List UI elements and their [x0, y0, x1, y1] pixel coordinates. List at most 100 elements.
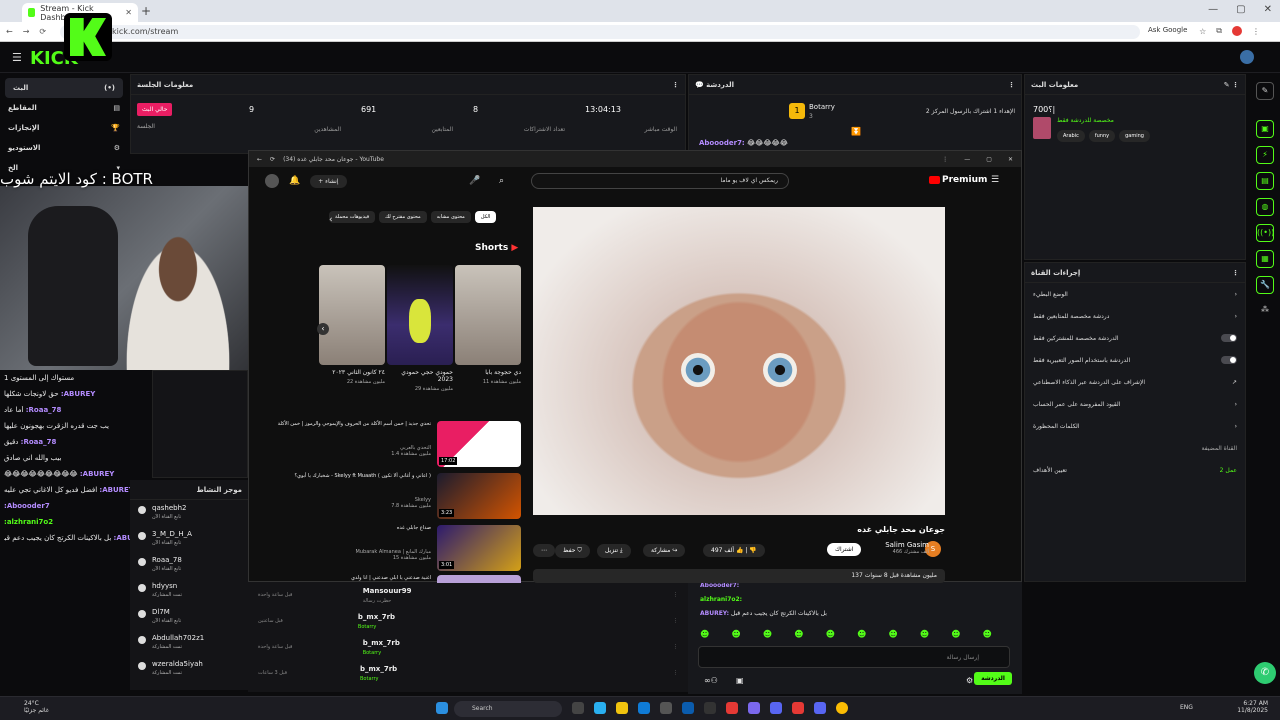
windows-start-icon[interactable]	[436, 702, 448, 714]
more-icon[interactable]: ⋮	[1232, 269, 1239, 277]
lightning-icon[interactable]: ⚡	[1256, 146, 1274, 164]
chat-bubble-icon[interactable]: ◍	[1256, 198, 1274, 216]
chat-input[interactable]: إرسال رسالة	[698, 646, 1010, 668]
minimize-icon[interactable]: —	[964, 156, 970, 163]
related-video[interactable]: 3:23 شخبارك يا أبوي؟ - Skelyy ft Muaath (…	[269, 473, 521, 519]
back-icon[interactable]: ←	[257, 156, 262, 163]
edge-icon[interactable]	[594, 702, 606, 714]
nav-item-clips[interactable]: المقاطع ▤	[0, 98, 128, 118]
share-button[interactable]: مشاركة ↪	[643, 544, 686, 557]
task-view-icon[interactable]	[572, 702, 584, 714]
extensions-icon[interactable]: ⧉	[1216, 26, 1222, 36]
support-chat-icon[interactable]: ✆	[1254, 662, 1276, 684]
more-icon[interactable]: ⋮	[672, 81, 679, 89]
document-icon[interactable]: ▤	[1256, 172, 1274, 190]
forward-icon[interactable]: →	[23, 27, 30, 36]
app-icon[interactable]	[704, 702, 716, 714]
app-icon[interactable]	[792, 702, 804, 714]
toggle-switch[interactable]	[1221, 356, 1237, 364]
nav-item-stream[interactable]: البث (•)	[5, 78, 123, 98]
action-ai-moderation[interactable]: الإشراف على الدردشة عبر الذكاء الاصطناعي…	[1025, 371, 1245, 393]
share-nodes-icon[interactable]: ⁂	[1256, 302, 1274, 320]
create-button[interactable]: + إنشاء	[310, 174, 347, 188]
outlook-icon[interactable]	[682, 702, 694, 714]
pencil-icon[interactable]: ✎	[1256, 82, 1274, 100]
chevron-down-icon[interactable]: ⏬	[851, 127, 861, 136]
search-icon[interactable]: ⌕	[499, 176, 504, 186]
back-icon[interactable]: ←	[6, 27, 13, 36]
broadcast-icon[interactable]: ((•))	[1256, 224, 1274, 242]
related-video[interactable]: 3:01 صداع جابلي غده Mubarak Almanea | مبار…	[269, 525, 521, 571]
clock[interactable]: 6:27 AM 11/8/2025	[1237, 700, 1268, 714]
youtube-app-icon[interactable]	[726, 702, 738, 714]
close-window-icon[interactable]: ✕	[1008, 156, 1013, 163]
chip-recommended[interactable]: محتوى مقترح لك	[379, 211, 427, 223]
action-emotes-only[interactable]: الدردشة باستخدام الصور التعبيرية فقط	[1025, 349, 1245, 371]
chevron-left-icon[interactable]: ‹	[329, 215, 333, 225]
app-icon[interactable]	[748, 702, 760, 714]
short-thumbnail[interactable]	[319, 265, 385, 365]
short-thumbnail[interactable]	[387, 265, 453, 365]
youtube-search-input[interactable]: ريمكس اي لاف يو ماما	[531, 173, 789, 189]
menu-icon[interactable]: ⋮	[1252, 27, 1260, 36]
action-banned-words[interactable]: الكلمات المحظورة ›	[1025, 415, 1245, 437]
hamburger-icon[interactable]: ☰	[991, 175, 999, 185]
star-icon[interactable]: ☆	[1199, 27, 1206, 36]
like-button[interactable]: 497 ألف 👍 | 👎	[703, 544, 765, 557]
discord-icon[interactable]	[814, 702, 826, 714]
download-button[interactable]: تنزيل ⤓	[597, 544, 631, 558]
wrench-icon[interactable]: 🔧	[1256, 276, 1274, 294]
video-player[interactable]	[533, 207, 945, 515]
reload-icon[interactable]: ⟳	[270, 156, 275, 163]
chip-similar[interactable]: محتوى مشابه	[430, 211, 471, 223]
discord-icon[interactable]	[770, 702, 782, 714]
new-tab-button[interactable]: +	[141, 4, 151, 18]
nav-item-achievements[interactable]: الإنجازات 🏆	[0, 118, 128, 138]
reload-icon[interactable]: ⟳	[39, 27, 46, 36]
notifications-icon[interactable]: 🔔	[289, 176, 300, 186]
save-button[interactable]: حفظ ⛉	[555, 544, 590, 558]
close-tab-icon[interactable]: ✕	[125, 8, 132, 17]
explorer-icon[interactable]	[616, 702, 628, 714]
emote-row[interactable]: ☻ ☻ ☻ ☻ ☻ ☻ ☻ ☻ ☻ ☻	[700, 630, 992, 640]
maximize-icon[interactable]: ▢	[986, 156, 992, 163]
gift-box-icon[interactable]: ▣	[736, 676, 744, 685]
more-icon[interactable]: ⋮	[942, 156, 948, 163]
related-video[interactable]: 17:02 تحدي جديد | خمن أسم الأكلة من الحرو…	[269, 421, 521, 467]
clipboard-icon[interactable]: ▦	[1256, 250, 1274, 268]
subscribe-button[interactable]: اشتراك	[827, 543, 862, 556]
maximize-icon[interactable]: ▢	[1236, 4, 1245, 15]
close-window-icon[interactable]: ✕	[1264, 4, 1272, 15]
url-field[interactable]: kick.com/stream	[60, 25, 1140, 39]
gear-icon[interactable]: ⚙	[966, 676, 973, 685]
camera-icon[interactable]: ▣	[1256, 120, 1274, 138]
tag-chip[interactable]: Arabic	[1057, 130, 1085, 142]
profile-avatar[interactable]	[1232, 26, 1242, 36]
chat-send-button[interactable]: الدردشة	[974, 672, 1012, 685]
short-thumbnail[interactable]	[455, 265, 521, 365]
youtube-logo[interactable]: Premium	[929, 175, 987, 185]
action-slow-mode[interactable]: الوضع البطيء ›	[1025, 283, 1245, 305]
action-account-age[interactable]: القيود المفروضة على عمر الحساب ›	[1025, 393, 1245, 415]
language-indicator[interactable]: ENG	[1180, 704, 1193, 711]
action-subscribers-only[interactable]: الدردشة مخصصة للمشتركين فقط	[1025, 327, 1245, 349]
infinity-icon[interactable]: ∞⚇	[704, 676, 718, 685]
tag-chip[interactable]: funny	[1088, 130, 1116, 142]
chrome-icon[interactable]	[836, 702, 848, 714]
ask-google-button[interactable]: Ask Google	[1148, 26, 1187, 34]
store-icon[interactable]	[638, 702, 650, 714]
chip-uploaded[interactable]: فيديوهات محملة	[329, 211, 376, 223]
minimize-icon[interactable]: —	[1208, 4, 1218, 15]
chip-all[interactable]: الكل	[474, 211, 497, 223]
more-actions-button[interactable]: ⋯	[533, 544, 555, 557]
action-set-goals[interactable]: تعيين الأهداف عمل 2	[1025, 459, 1245, 481]
edit-icon[interactable]: ✎ ⋮	[1224, 81, 1239, 89]
app-icon[interactable]	[660, 702, 672, 714]
more-icon[interactable]: ⋮	[1008, 81, 1015, 89]
user-avatar[interactable]	[1240, 50, 1254, 64]
chevron-left-icon[interactable]: ‹	[317, 323, 329, 335]
weather-widget[interactable]: 24°C غائم جزئيًا	[24, 700, 49, 714]
hamburger-icon[interactable]: ☰	[12, 51, 22, 64]
mic-icon[interactable]: 🎤	[469, 176, 480, 186]
taskbar-search[interactable]: Search	[454, 701, 562, 717]
